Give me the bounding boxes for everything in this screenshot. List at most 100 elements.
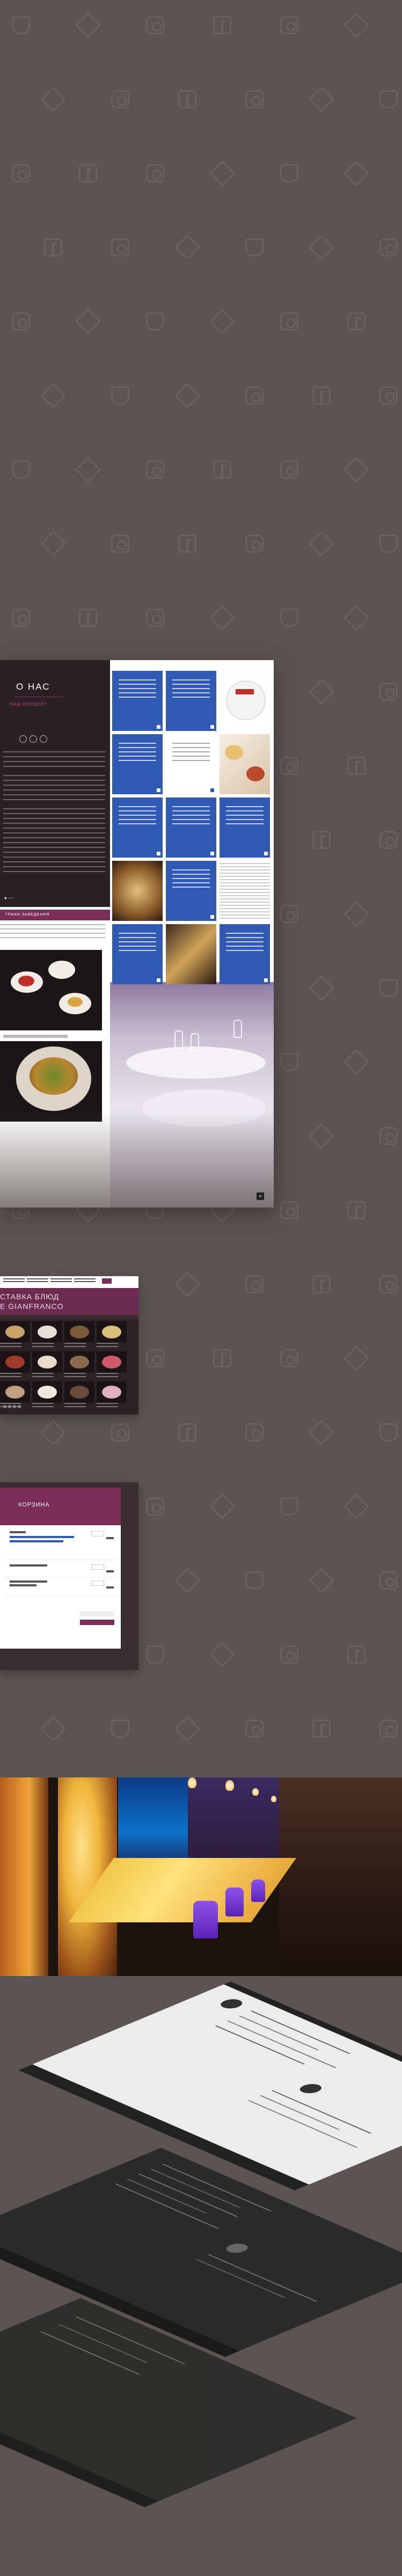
menu-dish-card[interactable] (0, 1351, 30, 1379)
share-icon[interactable] (210, 725, 214, 729)
menu-dish-card[interactable] (97, 1321, 127, 1349)
pattern-icon (44, 238, 62, 257)
pattern-icon (308, 1419, 335, 1446)
map-link[interactable]: ◆ —— (4, 896, 14, 900)
pattern-icon (178, 90, 196, 108)
pattern-icon (280, 1645, 298, 1664)
share-icon[interactable] (210, 852, 214, 855)
pattern-icon (379, 386, 398, 405)
menu-dish-card[interactable] (32, 1351, 62, 1379)
pattern-icon (12, 460, 30, 479)
pattern-icon (343, 12, 370, 39)
pattern-icon (79, 609, 97, 627)
share-icon[interactable] (157, 788, 160, 792)
news-tile-image[interactable] (220, 671, 270, 731)
news-tile-image[interactable] (220, 861, 270, 921)
quantity-stepper[interactable] (91, 1531, 104, 1536)
coupon-button[interactable] (80, 1611, 114, 1616)
quantity-stepper[interactable] (91, 1564, 104, 1570)
news-tile-image[interactable] (166, 924, 216, 984)
pattern-icon (79, 164, 97, 182)
about-page-screenshot: О НАС НАШ КОНЦЕПТ ◆ —— ГРАНИ ЗАВЕДЕНИЯ × (0, 660, 274, 1208)
cart-header: КОРЗИНА (0, 1488, 121, 1525)
share-icon[interactable] (210, 915, 214, 919)
menu-dish-card[interactable] (97, 1381, 127, 1409)
pattern-icon (280, 609, 298, 627)
close-icon[interactable]: × (257, 1192, 264, 1200)
gallery-photo-2[interactable] (0, 1041, 102, 1122)
pattern-icon (111, 535, 129, 553)
pattern-icon (174, 234, 201, 261)
pattern-icon (209, 160, 236, 187)
menu-title: СТАВКА БЛЮД (0, 1292, 60, 1301)
pattern-icon (347, 1645, 366, 1664)
menu-tabs[interactable] (0, 1315, 138, 1319)
pattern-icon (12, 16, 30, 34)
menu-dish-card[interactable] (32, 1321, 62, 1349)
about-title: О НАС (16, 682, 50, 692)
pattern-icon (379, 1275, 398, 1293)
pattern-icon (280, 1349, 298, 1367)
checkout-button[interactable] (80, 1620, 114, 1625)
menu-dish-card[interactable] (64, 1321, 94, 1349)
news-tile[interactable] (166, 861, 216, 921)
pattern-icon (379, 90, 398, 108)
pattern-icon (174, 1271, 201, 1298)
news-tile[interactable] (112, 797, 163, 858)
news-tile[interactable] (112, 671, 163, 731)
menu-dish-card[interactable] (0, 1321, 30, 1349)
pattern-icon (245, 386, 264, 405)
pagination[interactable] (3, 1405, 21, 1408)
news-tile[interactable] (112, 734, 163, 794)
share-icon[interactable] (157, 725, 160, 729)
share-icon[interactable] (157, 978, 160, 982)
news-tile[interactable] (112, 924, 163, 984)
share-icon[interactable] (264, 978, 268, 982)
pattern-icon (213, 1349, 231, 1367)
pattern-icon (347, 757, 366, 775)
pattern-icon (146, 1349, 164, 1367)
share-icon[interactable] (210, 788, 214, 792)
pattern-icon (174, 1567, 201, 1594)
pattern-icon (280, 16, 298, 34)
gallery-note (0, 924, 105, 938)
pattern-icon (245, 535, 264, 553)
news-tile[interactable] (166, 797, 216, 858)
news-tile[interactable] (166, 671, 216, 731)
menu-dish-card[interactable] (32, 1381, 62, 1409)
quantity-stepper[interactable] (91, 1580, 104, 1586)
pattern-icon (312, 831, 331, 849)
facebook-icon[interactable] (19, 735, 27, 743)
pattern-icon (280, 905, 298, 923)
pattern-icon (343, 1049, 370, 1075)
news-tile-image[interactable] (220, 734, 270, 794)
news-tile-image[interactable] (112, 861, 163, 921)
pattern-icon (146, 312, 164, 331)
pattern-icon (40, 1715, 67, 1742)
news-tile[interactable] (166, 734, 216, 794)
menu-dish-grid (0, 1321, 129, 1409)
news-tile[interactable] (220, 924, 270, 984)
about-subtitle: НАШ КОНЦЕПТ (10, 702, 48, 707)
share-icon[interactable] (264, 852, 268, 855)
pattern-icon (75, 12, 101, 39)
pattern-icon (308, 530, 335, 557)
news-tile[interactable] (220, 797, 270, 858)
pattern-icon (40, 382, 67, 409)
instagram-icon[interactable] (40, 735, 47, 743)
pattern-icon (213, 460, 231, 479)
share-icon[interactable] (157, 852, 160, 855)
menu-dish-card[interactable] (64, 1381, 94, 1409)
menu-dish-card[interactable] (64, 1351, 94, 1379)
menu-dish-card[interactable] (97, 1351, 127, 1379)
twitter-icon[interactable] (30, 735, 37, 743)
pattern-icon (178, 535, 196, 553)
gallery-caption-1 (3, 1035, 68, 1038)
gallery-photo-1[interactable] (0, 950, 102, 1030)
pattern-icon (379, 1423, 398, 1441)
pattern-icon (379, 1719, 398, 1738)
pattern-icon (146, 460, 164, 479)
cart-row (4, 1529, 117, 1560)
cart-title: КОРЗИНА (18, 1502, 50, 1508)
pattern-icon (111, 386, 129, 405)
